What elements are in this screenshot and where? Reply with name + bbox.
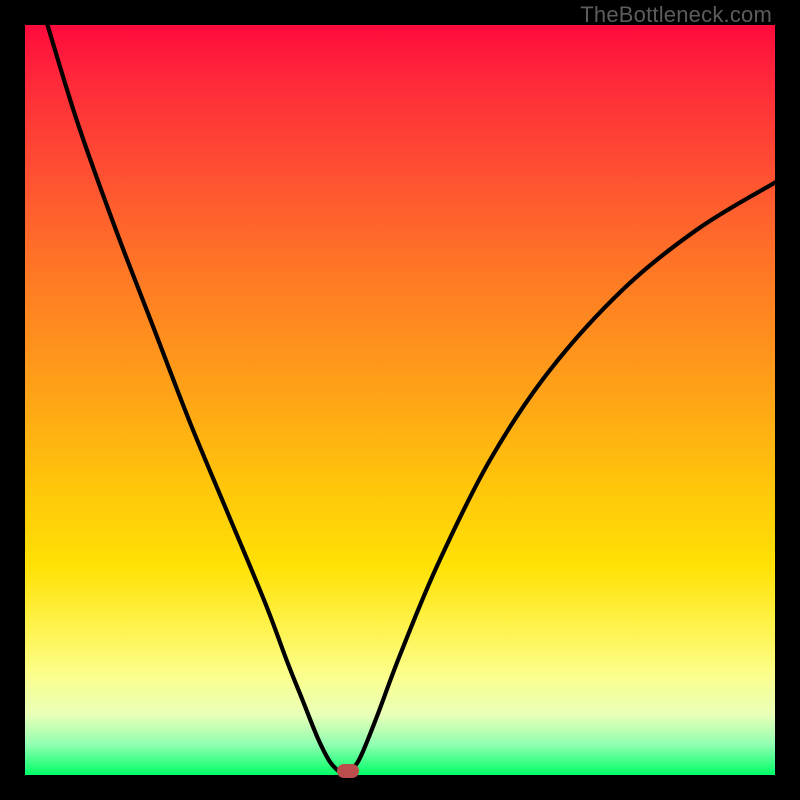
curve-svg bbox=[25, 25, 775, 775]
plot-area bbox=[25, 25, 775, 775]
chart-frame: TheBottleneck.com bbox=[0, 0, 800, 800]
bottleneck-curve bbox=[48, 25, 776, 772]
optimal-point-marker bbox=[337, 764, 359, 778]
